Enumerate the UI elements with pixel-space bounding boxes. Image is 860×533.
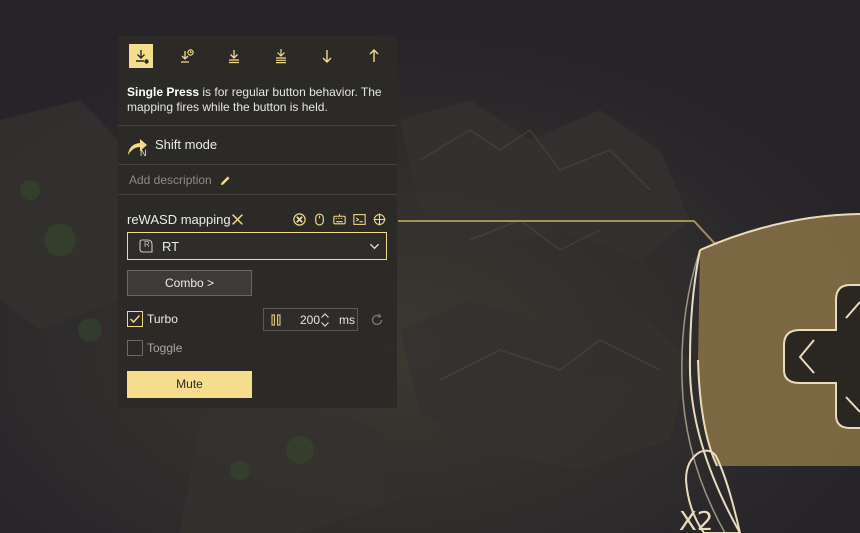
gamepad-icon[interactable] [293, 213, 306, 226]
start-press-button[interactable] [315, 44, 339, 68]
right-trigger-letter: R [144, 240, 150, 249]
long-press-icon [181, 49, 194, 63]
triple-press-icon [276, 49, 286, 64]
toggle-label: Toggle [147, 341, 183, 355]
divider [118, 194, 397, 195]
keyboard-icon[interactable] [333, 213, 346, 226]
arrow-up-icon [369, 49, 379, 62]
shift-mode-label: Shift mode [155, 137, 218, 152]
mute-button[interactable]: Mute [127, 371, 252, 398]
checkmark-icon [129, 314, 141, 324]
chevron-down-icon [369, 241, 380, 252]
divider [118, 125, 397, 126]
increment-icon[interactable] [320, 311, 330, 320]
device-paddle-label: X2 [679, 507, 714, 533]
double-press-icon [229, 50, 239, 64]
mapping-label: reWASD mapping [127, 212, 231, 227]
divider [118, 164, 397, 165]
turbo-checkbox[interactable] [127, 311, 143, 327]
macro-icon[interactable] [353, 213, 366, 226]
mapping-select[interactable]: R RT [127, 232, 387, 260]
triple-press-button[interactable] [269, 44, 293, 68]
mode-description: Single Press is for regular button behav… [127, 85, 392, 115]
crosshair-icon[interactable] [373, 213, 386, 226]
mode-description-title: Single Press [127, 85, 200, 99]
mapping-select-value: RT [162, 239, 180, 254]
reset-icon[interactable] [370, 313, 384, 327]
turbo-delay-input[interactable]: 200 [288, 312, 320, 328]
double-press-button[interactable] [222, 44, 246, 68]
press-mode-toolbar [118, 36, 397, 76]
pencil-icon[interactable] [220, 175, 231, 186]
mouse-icon[interactable] [313, 213, 326, 226]
combo-button[interactable]: Combo > [127, 270, 252, 296]
long-press-button[interactable] [175, 44, 199, 68]
pause-icon [270, 314, 282, 326]
toggle-checkbox[interactable] [127, 340, 143, 356]
shift-mode-button[interactable]: N Shift mode [118, 128, 397, 164]
turbo-label: Turbo [147, 312, 178, 326]
single-press-button[interactable] [129, 44, 153, 68]
decrement-icon[interactable] [320, 320, 330, 329]
release-button[interactable] [362, 44, 386, 68]
arrow-down-icon [322, 50, 332, 63]
shift-badge: N [140, 148, 147, 158]
mapping-panel: Single Press is for regular button behav… [118, 36, 397, 408]
single-press-icon [136, 50, 149, 64]
add-description-field[interactable]: Add description [129, 173, 212, 187]
clear-mapping-icon[interactable] [231, 213, 244, 226]
turbo-delay-stepper[interactable]: 200 ms [263, 308, 358, 331]
turbo-delay-unit: ms [339, 313, 355, 327]
